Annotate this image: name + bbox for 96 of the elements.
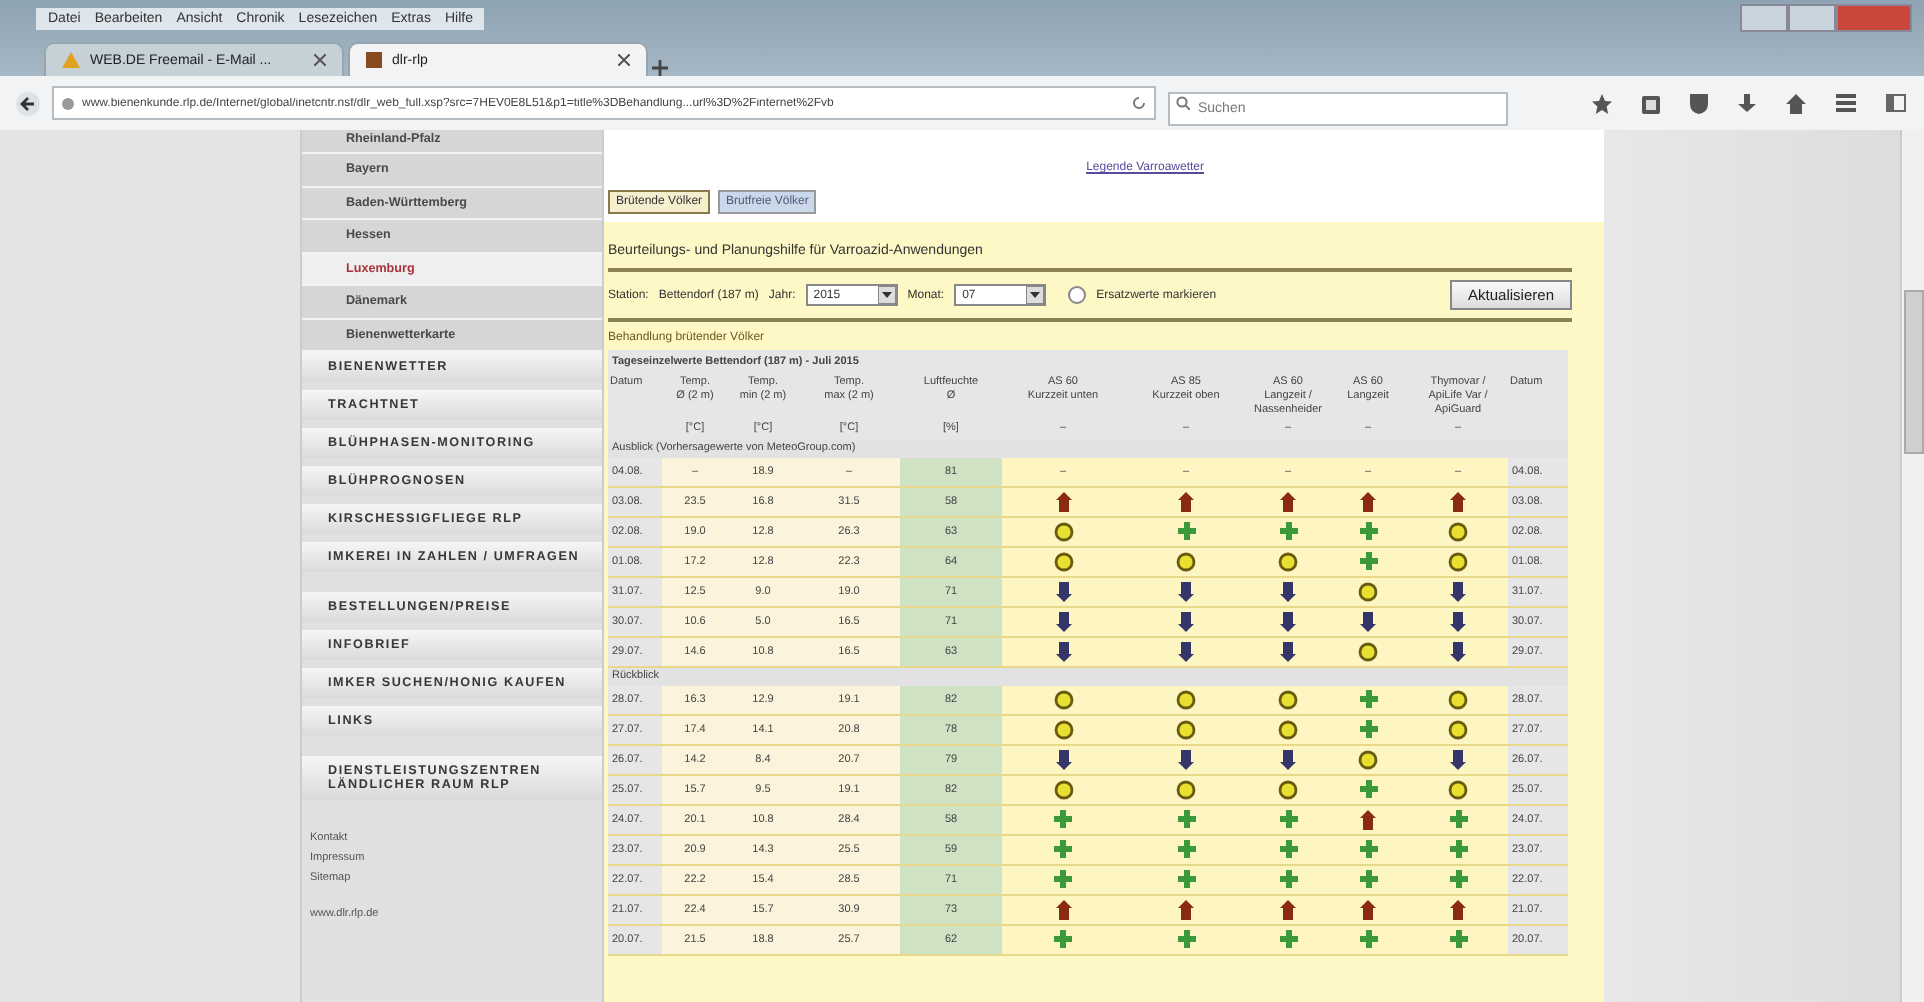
- up-arrow-icon: [1450, 491, 1466, 512]
- circle-icon: [1176, 689, 1196, 710]
- plus-icon: [1054, 870, 1072, 889]
- down-arrow-icon: [1450, 581, 1466, 602]
- down-arrow-icon: [1450, 641, 1466, 662]
- close-icon[interactable]: [314, 54, 326, 66]
- plus-icon: [1449, 930, 1467, 949]
- home-icon[interactable]: [1786, 93, 1806, 113]
- menu-icon[interactable]: [1836, 94, 1856, 112]
- plus-icon: [1359, 870, 1377, 889]
- up-arrow-icon: [1360, 491, 1376, 512]
- plus-icon: [1449, 870, 1467, 889]
- plus-icon: [1279, 810, 1297, 829]
- circle-icon: [1053, 719, 1073, 740]
- down-arrow-icon: [1055, 749, 1071, 770]
- search-icon: [1176, 96, 1190, 110]
- dropdown-icon: [1026, 286, 1045, 304]
- circle-icon: [1358, 749, 1378, 770]
- down-arrow-icon: [1280, 611, 1296, 632]
- circle-icon: [1053, 779, 1073, 800]
- plus-icon: [1359, 930, 1377, 949]
- circle-icon: [1053, 689, 1073, 710]
- plus-icon: [1177, 870, 1195, 889]
- circle-icon: [1448, 719, 1468, 740]
- circle-icon: [1358, 641, 1378, 662]
- circle-icon: [1053, 521, 1073, 542]
- plus-icon: [1359, 552, 1377, 571]
- up-arrow-icon: [1360, 809, 1376, 830]
- circle-icon: [1448, 521, 1468, 542]
- plus-icon: [1177, 810, 1195, 829]
- circle-icon: [1448, 779, 1468, 800]
- circle-icon: [1176, 551, 1196, 572]
- scrollbar-thumb[interactable]: [1904, 290, 1924, 454]
- down-arrow-icon: [1280, 641, 1296, 662]
- circle-icon: [1278, 551, 1298, 572]
- down-arrow-icon: [1055, 611, 1071, 632]
- plus-icon: [1279, 840, 1297, 859]
- back-icon[interactable]: [16, 91, 40, 115]
- plus-icon: [1177, 930, 1195, 949]
- circle-icon: [1358, 581, 1378, 602]
- down-arrow-icon: [1178, 749, 1194, 770]
- up-arrow-icon: [1280, 491, 1296, 512]
- sidebar-icon[interactable]: [1886, 94, 1906, 112]
- page-icon: [366, 52, 382, 68]
- down-arrow-icon: [1178, 641, 1194, 662]
- down-arrow-icon: [1360, 611, 1376, 632]
- plus-icon: [1279, 522, 1297, 541]
- plus-icon: [1359, 690, 1377, 709]
- circle-icon: [1176, 779, 1196, 800]
- up-arrow-icon: [1178, 899, 1194, 920]
- shield-icon[interactable]: [1690, 93, 1708, 113]
- down-arrow-icon: [1178, 581, 1194, 602]
- plus-icon: [1054, 810, 1072, 829]
- down-arrow-icon: [1280, 581, 1296, 602]
- plus-icon: [1359, 522, 1377, 541]
- radio-button[interactable]: [1068, 286, 1087, 304]
- circle-icon: [1278, 779, 1298, 800]
- circle-icon: [1448, 689, 1468, 710]
- down-arrow-icon: [1450, 611, 1466, 632]
- info-icon: [62, 97, 74, 109]
- star-icon[interactable]: [1592, 93, 1612, 113]
- new-tab-icon[interactable]: [652, 60, 668, 76]
- circle-icon: [1448, 551, 1468, 572]
- up-arrow-icon: [1360, 899, 1376, 920]
- plus-icon: [1359, 780, 1377, 799]
- scrollbar[interactable]: [1900, 130, 1924, 1002]
- circle-icon: [1278, 719, 1298, 740]
- plus-icon: [1054, 930, 1072, 949]
- plus-icon: [1177, 840, 1195, 859]
- down-arrow-icon: [1055, 641, 1071, 662]
- up-arrow-icon: [1280, 899, 1296, 920]
- down-arrow-icon: [1450, 749, 1466, 770]
- up-arrow-icon: [1055, 491, 1071, 512]
- plus-icon: [1279, 930, 1297, 949]
- up-arrow-icon: [1055, 899, 1071, 920]
- plus-icon: [1177, 522, 1195, 541]
- plus-icon: [1449, 810, 1467, 829]
- down-arrow-icon: [1280, 749, 1296, 770]
- warning-icon: [62, 52, 80, 68]
- dropdown-icon: [877, 286, 896, 304]
- plus-icon: [1279, 870, 1297, 889]
- clipboard-icon[interactable]: [1642, 93, 1660, 113]
- circle-icon: [1278, 689, 1298, 710]
- down-arrow-icon: [1055, 581, 1071, 602]
- plus-icon: [1449, 840, 1467, 859]
- plus-icon: [1359, 840, 1377, 859]
- close-icon[interactable]: [618, 54, 630, 66]
- up-arrow-icon: [1450, 899, 1466, 920]
- circle-icon: [1053, 551, 1073, 572]
- up-arrow-icon: [1178, 491, 1194, 512]
- download-icon[interactable]: [1738, 93, 1756, 113]
- plus-icon: [1359, 720, 1377, 739]
- down-arrow-icon: [1178, 611, 1194, 632]
- reload-icon[interactable]: [1132, 96, 1146, 110]
- plus-icon: [1054, 840, 1072, 859]
- circle-icon: [1176, 719, 1196, 740]
